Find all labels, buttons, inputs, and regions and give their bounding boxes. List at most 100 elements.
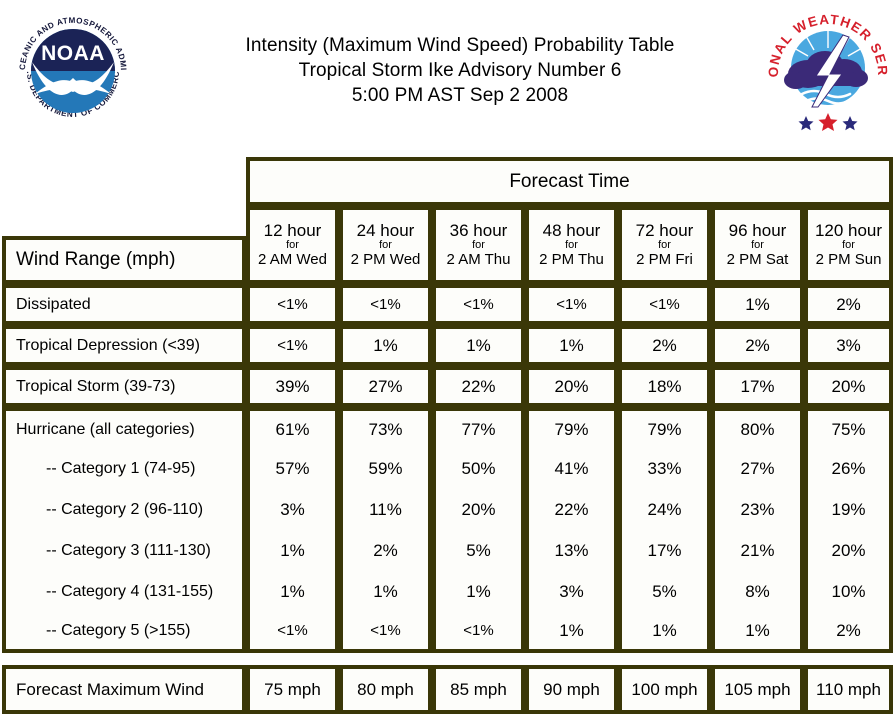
forecast-max-wind-value: 75 mph bbox=[264, 679, 321, 699]
forecast-max-wind-label: Forecast Maximum Wind bbox=[2, 665, 246, 714]
column-header-hour: 120 hour bbox=[814, 220, 883, 240]
cell-value: 5% bbox=[466, 540, 491, 560]
cell-value: 1% bbox=[652, 620, 677, 640]
cell-value: <1% bbox=[277, 296, 308, 313]
cell-r4-c6: 80% bbox=[711, 407, 804, 448]
cell-r1-c1: <1% bbox=[246, 284, 339, 325]
cell-r1-c4: <1% bbox=[525, 284, 618, 325]
cell-r7-c1: 1% bbox=[246, 530, 339, 571]
column-header-when: 2 PM Wed bbox=[350, 251, 421, 269]
row-label-6: -- Category 2 (96-110) bbox=[2, 489, 246, 530]
cell-value: 20% bbox=[554, 376, 589, 396]
forecast-max-wind-label-text: Forecast Maximum Wind bbox=[16, 679, 204, 699]
cell-r1-c6: 1% bbox=[711, 284, 804, 325]
cell-value: <1% bbox=[463, 296, 494, 313]
cell-r7-c5: 17% bbox=[618, 530, 711, 571]
cell-value: 1% bbox=[280, 540, 305, 560]
column-header-hour: 48 hour bbox=[542, 220, 601, 240]
cell-r1-c7: 2% bbox=[804, 284, 893, 325]
cell-r4-c3: 77% bbox=[432, 407, 525, 448]
cell-value: 17% bbox=[647, 540, 682, 560]
cell-r2-c7: 3% bbox=[804, 325, 893, 366]
cell-value: 21% bbox=[740, 540, 775, 560]
forecast-max-wind-c6: 105 mph bbox=[711, 665, 804, 714]
cell-value: 2% bbox=[836, 620, 861, 640]
cell-r9-c5: 1% bbox=[618, 612, 711, 653]
cell-r5-c1: 57% bbox=[246, 448, 339, 489]
cell-r4-c2: 73% bbox=[339, 407, 432, 448]
cell-value: <1% bbox=[463, 622, 494, 639]
cell-value: 61% bbox=[275, 419, 310, 439]
cell-value: <1% bbox=[277, 622, 308, 639]
cell-value: 8% bbox=[745, 581, 770, 601]
cell-r2-c4: 1% bbox=[525, 325, 618, 366]
cell-r6-c5: 24% bbox=[618, 489, 711, 530]
cell-r1-c2: <1% bbox=[339, 284, 432, 325]
cell-value: 2% bbox=[652, 335, 677, 355]
wind-range-header: Wind Range (mph) bbox=[2, 236, 246, 284]
cell-r8-c1: 1% bbox=[246, 571, 339, 612]
cell-value: <1% bbox=[277, 337, 308, 354]
cell-r3-c2: 27% bbox=[339, 366, 432, 407]
cell-r5-c6: 27% bbox=[711, 448, 804, 489]
cell-value: 79% bbox=[554, 419, 589, 439]
column-header-when: 2 PM Sat bbox=[726, 251, 789, 269]
column-header-hour: 96 hour bbox=[728, 220, 787, 240]
cell-r7-c2: 2% bbox=[339, 530, 432, 571]
cell-r6-c2: 11% bbox=[339, 489, 432, 530]
cell-value: 1% bbox=[373, 581, 398, 601]
row-label-text: -- Category 5 (>155) bbox=[46, 621, 191, 639]
cell-value: 27% bbox=[368, 376, 403, 396]
row-label-2: Tropical Depression (<39) bbox=[2, 325, 246, 366]
cell-value: 1% bbox=[280, 581, 305, 601]
cell-r8-c3: 1% bbox=[432, 571, 525, 612]
forecast-max-wind-value: 110 mph bbox=[816, 679, 881, 699]
cell-r2-c1: <1% bbox=[246, 325, 339, 366]
row-label-text: Tropical Depression (<39) bbox=[16, 336, 200, 354]
cell-value: 20% bbox=[461, 499, 496, 519]
cell-value: <1% bbox=[370, 296, 401, 313]
cell-value: 75% bbox=[831, 419, 866, 439]
cell-value: 11% bbox=[369, 499, 402, 519]
cell-value: 73% bbox=[368, 419, 403, 439]
cell-r7-c6: 21% bbox=[711, 530, 804, 571]
cell-r7-c3: 5% bbox=[432, 530, 525, 571]
cell-value: <1% bbox=[649, 296, 680, 313]
wind-range-label: Wind Range (mph) bbox=[16, 249, 176, 270]
cell-r5-c5: 33% bbox=[618, 448, 711, 489]
column-header-7: 120 hour for 2 PM Sun bbox=[804, 206, 893, 284]
cell-value: 26% bbox=[831, 458, 866, 478]
row-label-9: -- Category 5 (>155) bbox=[2, 612, 246, 653]
cell-value: 77% bbox=[461, 419, 496, 439]
row-label-3: Tropical Storm (39-73) bbox=[2, 366, 246, 407]
cell-value: 24% bbox=[647, 499, 682, 519]
cell-r3-c1: 39% bbox=[246, 366, 339, 407]
cell-value: 1% bbox=[745, 620, 770, 640]
probability-table: Forecast Time 12 hour for 2 AM Wed 24 hour fo… bbox=[0, 0, 895, 716]
cell-value: 18% bbox=[647, 376, 682, 396]
cell-value: 59% bbox=[368, 458, 403, 478]
cell-r4-c4: 79% bbox=[525, 407, 618, 448]
cell-value: 79% bbox=[647, 419, 682, 439]
cell-r4-c7: 75% bbox=[804, 407, 893, 448]
cell-value: 22% bbox=[461, 376, 496, 396]
cell-value: 22% bbox=[554, 499, 589, 519]
cell-r3-c3: 22% bbox=[432, 366, 525, 407]
cell-value: 57% bbox=[275, 458, 310, 478]
cell-value: 50% bbox=[461, 458, 496, 478]
cell-value: 3% bbox=[559, 581, 584, 601]
cell-value: 20% bbox=[831, 540, 866, 560]
cell-value: 2% bbox=[745, 335, 770, 355]
cell-r6-c1: 3% bbox=[246, 489, 339, 530]
cell-r5-c4: 41% bbox=[525, 448, 618, 489]
cell-r8-c5: 5% bbox=[618, 571, 711, 612]
cell-value: 13% bbox=[554, 540, 589, 560]
cell-value: 80% bbox=[740, 419, 775, 439]
cell-r6-c3: 20% bbox=[432, 489, 525, 530]
row-label-8: -- Category 4 (131-155) bbox=[2, 571, 246, 612]
forecast-time-header: Forecast Time bbox=[246, 157, 893, 206]
cell-r7-c4: 13% bbox=[525, 530, 618, 571]
cell-r8-c7: 10% bbox=[804, 571, 893, 612]
row-label-text: Dissipated bbox=[16, 295, 91, 313]
cell-r9-c3: <1% bbox=[432, 612, 525, 653]
